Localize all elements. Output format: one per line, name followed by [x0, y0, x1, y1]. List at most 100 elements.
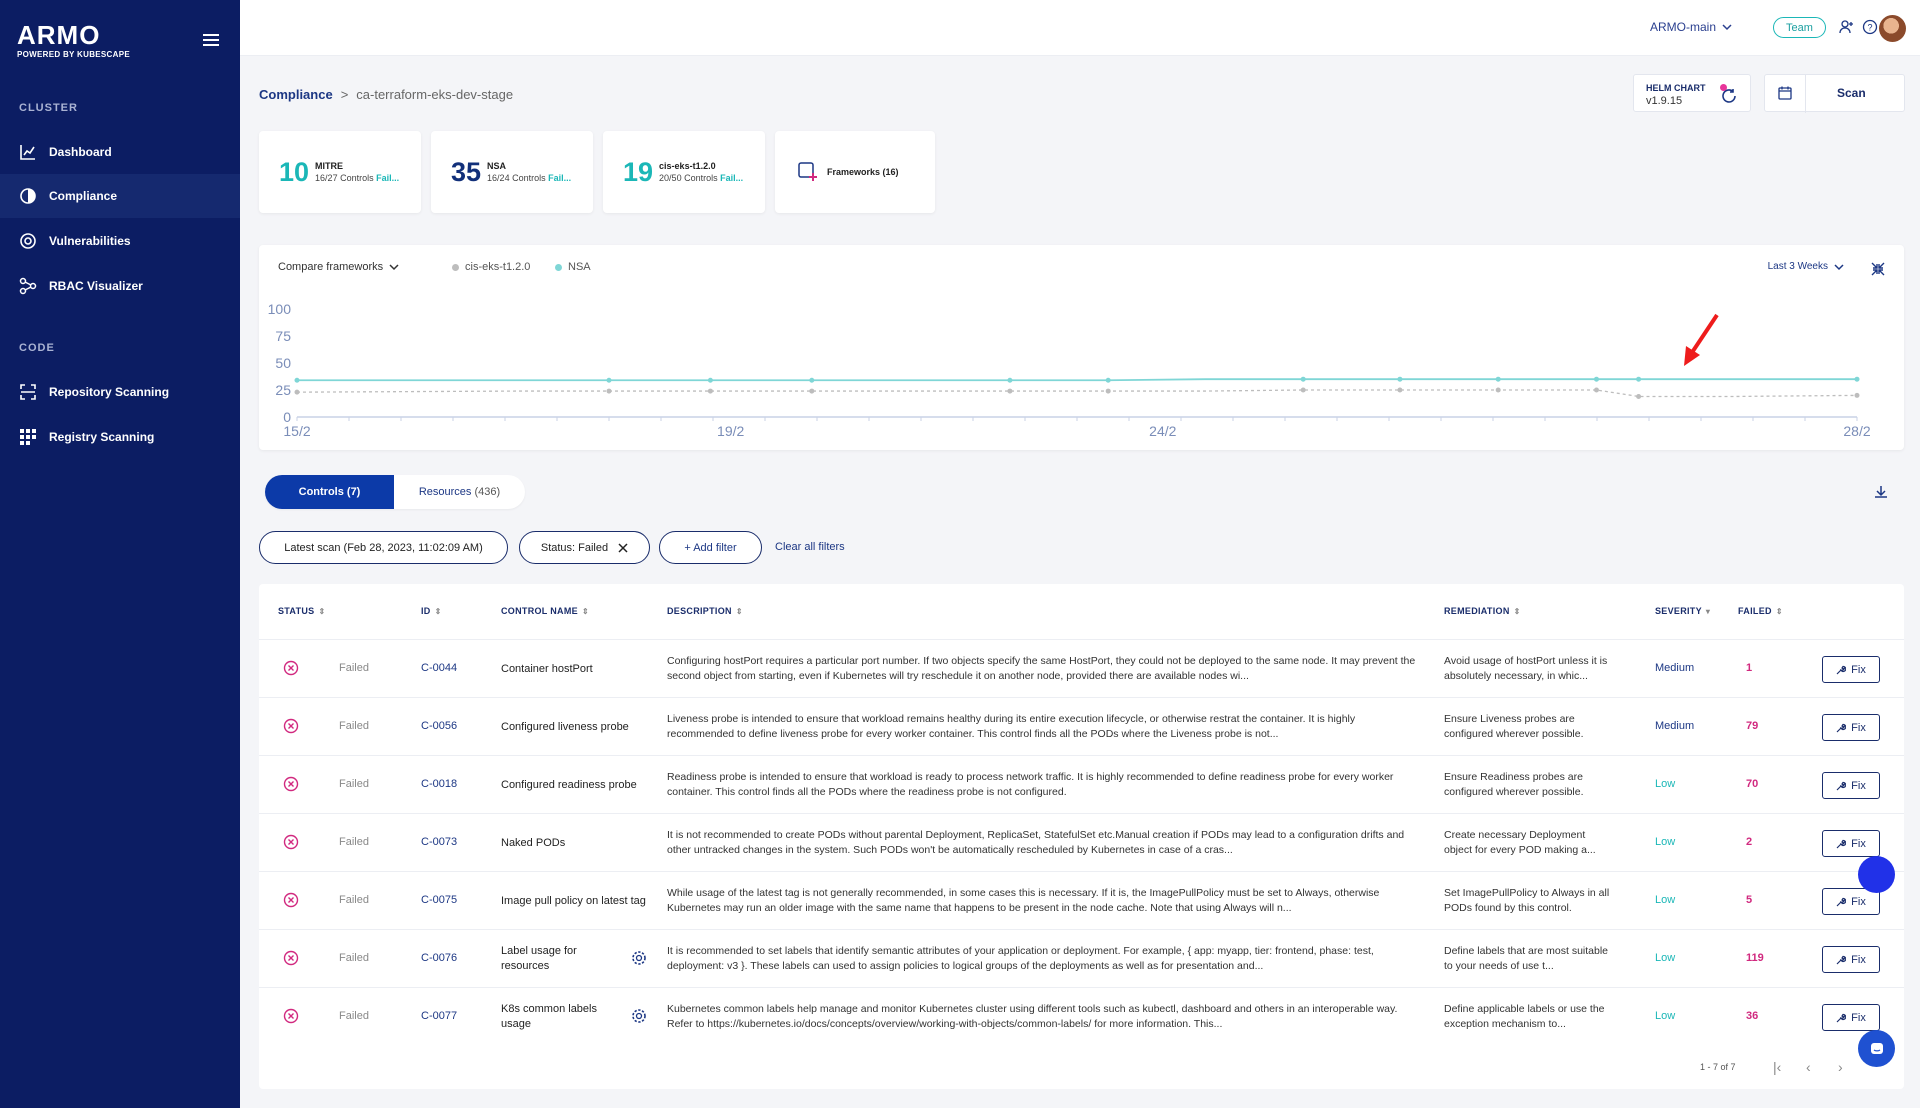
sort-icon: ⇕: [434, 606, 442, 616]
y-tick-label: 100: [268, 301, 292, 317]
failed-count: 36: [1746, 1010, 1759, 1022]
table-row[interactable]: Failed C-0018 Configured readiness probe Re…: [259, 755, 1904, 813]
failed-status-icon: [283, 660, 299, 676]
avatar[interactable]: [1879, 15, 1906, 42]
logo[interactable]: ARMO POWERED BY KUBESCAPE: [17, 20, 130, 59]
column-header-id[interactable]: ID ⇕: [421, 606, 442, 616]
data-point: [707, 377, 713, 383]
compare-frameworks-dropdown[interactable]: Compare frameworks: [278, 261, 399, 273]
failed-count: 5: [1746, 894, 1753, 906]
legend-item-cis[interactable]: cis-eks-t1.2.0: [452, 261, 530, 273]
gear-icon[interactable]: [631, 950, 647, 966]
column-header-remediation[interactable]: REMEDIATION ⇕: [1444, 606, 1521, 616]
tab-controls[interactable]: Controls (7): [265, 475, 394, 509]
table-row[interactable]: Failed C-0075 Image pull policy on latest …: [259, 871, 1904, 929]
framework-card-nsa[interactable]: 35 NSA 16/24 Controls Fail...: [431, 131, 593, 213]
data-point: [1397, 387, 1403, 393]
wrench-icon: [1836, 781, 1847, 790]
close-icon[interactable]: [618, 542, 628, 553]
wrench-icon: [1836, 1013, 1847, 1022]
fix-label: Fix: [1851, 837, 1866, 850]
control-id[interactable]: C-0044: [421, 662, 457, 674]
failed-count: 1: [1746, 662, 1753, 674]
sidebar-item-vulnerabilities[interactable]: Vulnerabilities: [0, 219, 240, 263]
table-row[interactable]: Failed C-0044 Container hostPort Configurin…: [259, 639, 1904, 697]
control-id[interactable]: C-0073: [421, 836, 457, 848]
clear-filters-link[interactable]: Clear all filters: [775, 541, 845, 553]
column-header-status[interactable]: STATUS ⇕: [278, 606, 325, 616]
calendar-icon[interactable]: [1777, 85, 1793, 101]
first-page-icon[interactable]: |‹: [1773, 1059, 1781, 1075]
fix-button[interactable]: Fix: [1822, 772, 1880, 799]
add-user-icon[interactable]: [1838, 19, 1854, 35]
control-remediation: Ensure Readiness probes are configured w…: [1444, 771, 1584, 798]
data-point: [1854, 392, 1860, 398]
add-framework-icon: [798, 162, 817, 181]
failed-status-icon: [283, 950, 299, 966]
floating-action-button[interactable]: [1858, 856, 1895, 893]
table-row[interactable]: Failed C-0056 Configured liveness probe Liv…: [259, 697, 1904, 755]
status-filter-chip[interactable]: Status: Failed: [519, 531, 650, 564]
fix-button[interactable]: Fix: [1822, 714, 1880, 741]
control-id[interactable]: C-0077: [421, 1010, 457, 1022]
tab-resources[interactable]: Resources (436): [394, 475, 525, 509]
data-point: [1636, 376, 1642, 382]
latest-scan-filter[interactable]: Latest scan (Feb 28, 2023, 11:02:09 AM): [259, 531, 508, 564]
failed-count: 79: [1746, 720, 1759, 732]
table-row[interactable]: Failed C-0077 K8s common labels usage Kuber…: [259, 987, 1904, 1045]
gear-icon[interactable]: [631, 1008, 647, 1024]
next-page-icon[interactable]: ›: [1838, 1059, 1843, 1075]
workspace-select[interactable]: ARMO-main: [1650, 20, 1732, 34]
sidebar-item-registry-scanning[interactable]: Registry Scanning: [0, 415, 240, 459]
frameworks-link-card[interactable]: Frameworks (16): [775, 131, 935, 213]
framework-sub: 16/27 Controls Fail...: [315, 173, 399, 183]
add-filter-button[interactable]: + Add filter: [659, 531, 762, 564]
chat-button[interactable]: [1858, 1030, 1895, 1067]
sidebar-item-dashboard[interactable]: Dashboard: [0, 130, 240, 174]
header-label: REMEDIATION: [1444, 606, 1510, 616]
header-label: ID: [421, 606, 431, 616]
column-header-failed[interactable]: FAILED ⇕: [1738, 606, 1783, 616]
framework-fail: Fail...: [548, 173, 572, 183]
legend-label: cis-eks-t1.2.0: [465, 261, 531, 273]
help-icon[interactable]: ?: [1862, 19, 1878, 35]
column-header-severity[interactable]: SEVERITY ▾: [1655, 606, 1710, 616]
control-id[interactable]: C-0018: [421, 778, 457, 790]
table-row[interactable]: Failed C-0073 Naked PODs It is not recommen…: [259, 813, 1904, 871]
data-point: [1495, 376, 1501, 382]
control-id[interactable]: C-0075: [421, 894, 457, 906]
menu-icon[interactable]: [203, 34, 219, 46]
framework-card-mitre[interactable]: 10 MITRE 16/27 Controls Fail...: [259, 131, 421, 213]
framework-card-cis[interactable]: 19 cis-eks-t1.2.0 20/50 Controls Fail...: [603, 131, 765, 213]
control-name: Configured readiness probe: [501, 770, 646, 800]
sidebar-item-repository-scanning[interactable]: Repository Scanning: [0, 370, 240, 414]
y-tick-label: 75: [275, 328, 291, 344]
control-name-text: Naked PODs: [501, 836, 566, 849]
sidebar-item-label: RBAC Visualizer: [49, 279, 143, 293]
time-range-select[interactable]: Last 3 Weeks: [1768, 261, 1844, 272]
control-id[interactable]: C-0056: [421, 720, 457, 732]
helm-chart-box: HELM CHART v1.9.15: [1633, 74, 1751, 112]
collapse-icon[interactable]: [1870, 261, 1886, 277]
table-row[interactable]: Failed C-0076 Label usage for resources It …: [259, 929, 1904, 987]
sidebar-item-compliance[interactable]: Compliance: [0, 174, 240, 218]
control-id[interactable]: C-0076: [421, 952, 457, 964]
team-button[interactable]: Team: [1773, 17, 1826, 38]
fix-button[interactable]: Fix: [1822, 830, 1880, 857]
control-name: K8s common labels usage: [501, 1002, 621, 1032]
severity-badge: Medium: [1655, 662, 1695, 674]
fix-button[interactable]: Fix: [1822, 656, 1880, 683]
frameworks-link: Frameworks (16): [827, 167, 899, 177]
breadcrumb-compliance[interactable]: Compliance: [259, 87, 333, 102]
legend-item-nsa[interactable]: NSA: [555, 261, 591, 273]
download-icon[interactable]: [1873, 484, 1889, 500]
breadcrumb-current: ca-terraform-eks-dev-stage: [356, 87, 514, 102]
sidebar-item-rbac-visualizer[interactable]: RBAC Visualizer: [0, 264, 240, 308]
fix-button[interactable]: Fix: [1822, 1004, 1880, 1031]
previous-page-icon[interactable]: ‹: [1806, 1059, 1811, 1075]
column-header-description[interactable]: DESCRIPTION ⇕: [667, 606, 743, 616]
fix-button[interactable]: Fix: [1822, 946, 1880, 973]
scan-button[interactable]: Scan: [1837, 86, 1866, 100]
column-header-control-name[interactable]: CONTROL NAME ⇕: [501, 606, 589, 616]
data-point: [1300, 376, 1306, 382]
